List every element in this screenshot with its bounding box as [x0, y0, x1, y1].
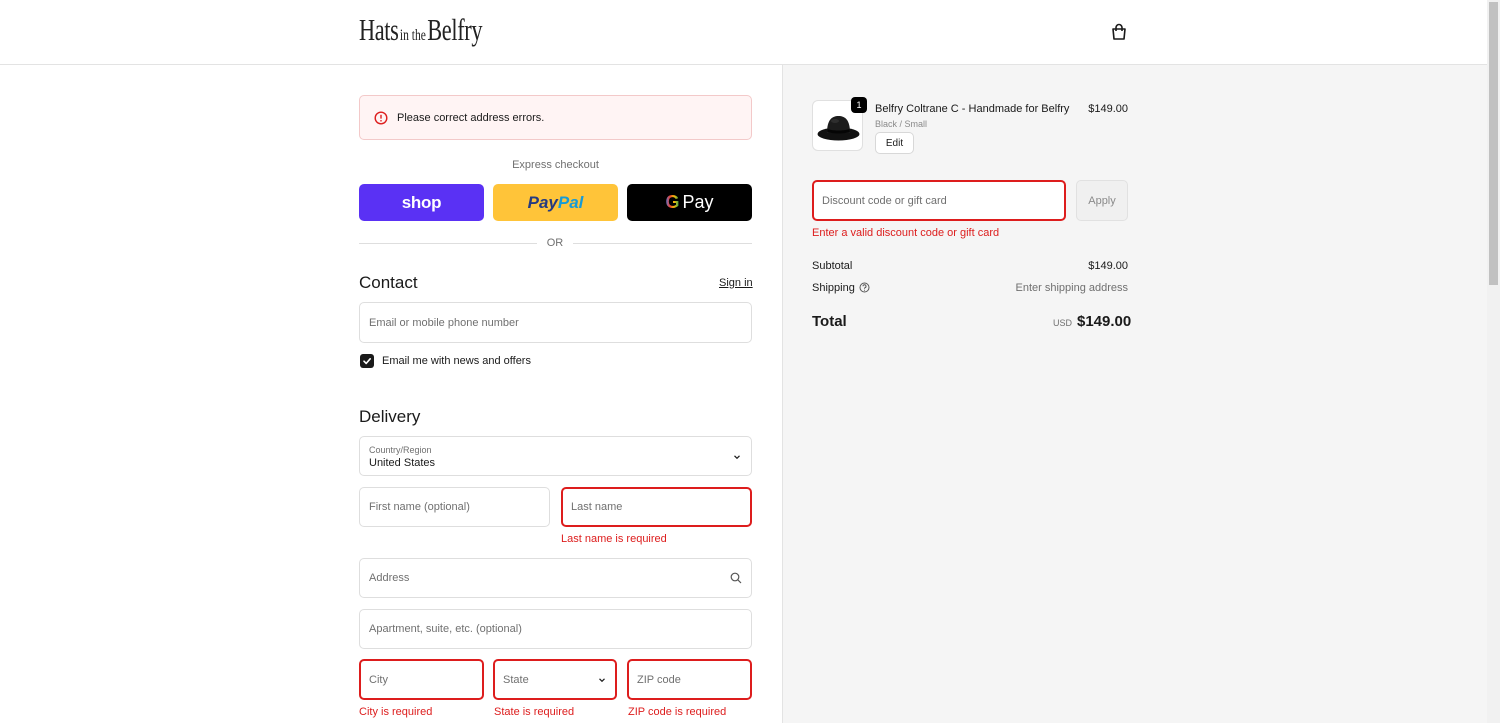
google-pay-label: Pay	[682, 192, 714, 212]
country-label: Country/Region	[369, 445, 432, 455]
error-banner-text: Please correct address errors.	[397, 111, 545, 124]
contact-heading: Contact	[359, 273, 418, 292]
chevron-down-icon	[599, 678, 605, 683]
logo-word-belfry: Belfry	[427, 12, 483, 47]
paypal-button[interactable]: Pay Pal	[493, 184, 618, 221]
state-error: State is required	[494, 706, 575, 718]
zip-error: ZIP code is required	[628, 706, 727, 718]
city-placeholder: City	[369, 673, 388, 686]
address-field[interactable]: Address	[359, 558, 752, 598]
alert-circle-icon	[374, 110, 388, 125]
first-name-field[interactable]: First name (optional)	[359, 487, 550, 527]
checkmark-icon	[363, 358, 371, 365]
newsletter-checkbox[interactable]	[360, 354, 374, 368]
scrollbar-thumb[interactable]	[1489, 2, 1498, 285]
store-logo[interactable]: Hats in the Belfry	[359, 14, 530, 45]
product-variant: Black / Small	[875, 119, 928, 129]
email-field[interactable]: Email or mobile phone number	[359, 302, 752, 343]
apartment-field[interactable]: Apartment, suite, etc. (optional)	[359, 609, 752, 649]
last-name-field[interactable]: Last name	[561, 487, 752, 527]
or-divider: OR	[359, 236, 752, 250]
divider-line-left	[359, 243, 537, 244]
chevron-down-icon	[734, 455, 740, 460]
or-label: OR	[546, 237, 564, 249]
shipping-label: Shipping	[812, 282, 855, 294]
shipping-value: Enter shipping address	[1015, 282, 1128, 294]
address-placeholder: Address	[369, 572, 410, 584]
apartment-placeholder: Apartment, suite, etc. (optional)	[369, 623, 522, 635]
first-name-placeholder: First name (optional)	[369, 501, 470, 513]
city-field[interactable]: City	[359, 659, 484, 700]
shipping-row: Shipping Enter shipping address	[812, 282, 1128, 294]
state-placeholder: State	[503, 673, 529, 686]
logo-word-hats: Hats	[359, 12, 399, 47]
currency-code: USD	[1053, 318, 1073, 328]
country-value: United States	[369, 457, 436, 469]
address-error-banner: Please correct address errors.	[359, 95, 752, 140]
paypal-label-pal: Pal	[557, 192, 584, 212]
page-scrollbar[interactable]	[1487, 0, 1500, 723]
google-g-icon: G	[665, 192, 680, 212]
logo-word-in-the: in the	[399, 27, 426, 44]
divider-line-right	[573, 243, 752, 244]
edit-product-button[interactable]: Edit	[875, 132, 914, 154]
product-price: $149.00	[1088, 103, 1128, 115]
newsletter-label: Email me with news and offers	[382, 355, 531, 367]
last-name-error: Last name is required	[561, 533, 667, 545]
shop-pay-label: shop	[401, 192, 442, 212]
total-label: Total	[812, 313, 847, 330]
site-header: Hats in the Belfry	[0, 0, 1487, 65]
express-checkout-label: Express checkout	[512, 159, 599, 171]
city-error: City is required	[359, 706, 433, 718]
apply-discount-button[interactable]: Apply	[1076, 180, 1128, 221]
quantity-badge: 1	[851, 97, 867, 113]
email-placeholder: Email or mobile phone number	[369, 316, 519, 329]
product-name: Belfry Coltrane C - Handmade for Belfry	[875, 103, 1070, 115]
search-icon[interactable]	[730, 572, 742, 584]
state-select[interactable]: State	[493, 659, 617, 700]
zip-placeholder: ZIP code	[637, 673, 681, 686]
discount-placeholder: Discount code or gift card	[822, 194, 947, 207]
subtotal-value: $149.00	[1088, 260, 1128, 272]
subtotal-label: Subtotal	[812, 260, 853, 272]
total-value: $149.00	[1077, 313, 1132, 330]
sign-in-link[interactable]: Sign in	[719, 277, 753, 289]
help-circle-icon[interactable]	[859, 282, 870, 293]
paypal-label-pay: Pay	[527, 192, 558, 212]
shopping-bag-icon[interactable]	[1109, 22, 1129, 42]
discount-code-field[interactable]: Discount code or gift card	[812, 180, 1066, 221]
order-summary-panel	[782, 65, 1487, 723]
delivery-heading: Delivery	[359, 407, 421, 426]
discount-error: Enter a valid discount code or gift card	[812, 227, 1000, 239]
shop-pay-button[interactable]: shop	[359, 184, 484, 221]
country-select[interactable]: Country/Region United States	[359, 436, 752, 476]
newsletter-option[interactable]: Email me with news and offers	[360, 354, 531, 368]
google-pay-button[interactable]: G Pay	[627, 184, 752, 221]
subtotal-row: Subtotal $149.00	[812, 260, 1128, 272]
zip-field[interactable]: ZIP code	[627, 659, 752, 700]
last-name-placeholder: Last name	[571, 501, 623, 513]
